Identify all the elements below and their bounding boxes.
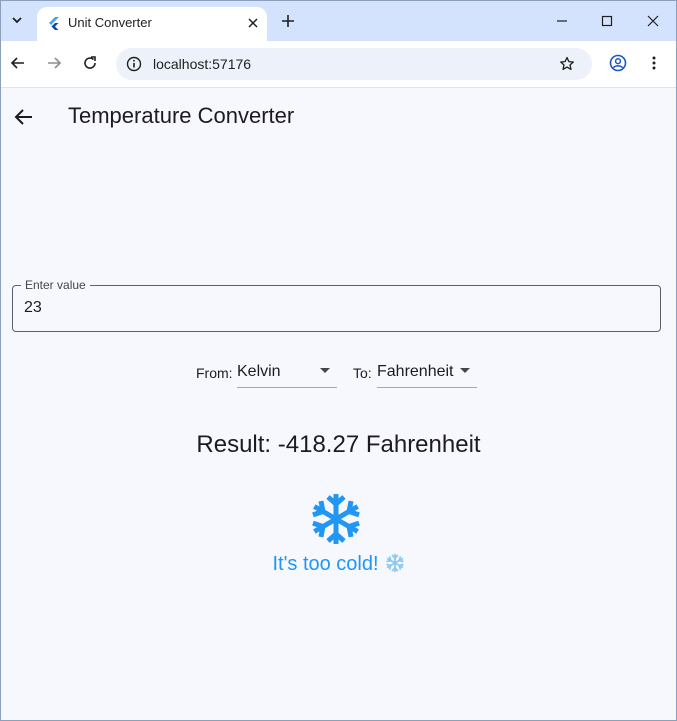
from-label: From: [196, 365, 233, 381]
arrow-right-icon [48, 57, 62, 69]
to-unit-dropdown[interactable]: Fahrenheit [377, 360, 477, 388]
dropdown-arrow-icon [320, 368, 330, 373]
reload-button[interactable] [79, 52, 101, 74]
value-input[interactable]: Enter value 23 [12, 278, 661, 332]
close-window-button[interactable] [642, 10, 664, 32]
from-unit-dropdown[interactable]: Kelvin [237, 360, 337, 388]
site-info-button[interactable] [124, 54, 144, 74]
tab-search-button[interactable] [5, 8, 29, 32]
value-input-label: Enter value [21, 278, 90, 292]
chevron-down-icon [12, 17, 22, 24]
close-icon [647, 15, 659, 27]
maximize-button[interactable] [596, 10, 618, 32]
more-vert-icon [652, 56, 656, 70]
plus-icon [282, 15, 294, 27]
arrow-left-icon [10, 57, 24, 69]
value-input-text[interactable]: 23 [24, 299, 42, 317]
to-label: To: [353, 365, 372, 381]
address-bar[interactable]: localhost:57176 [116, 48, 592, 80]
cold-message-text: It's too cold! [272, 553, 379, 575]
tab-title: Unit Converter [68, 15, 152, 30]
browser-window: Unit Converter localhost:57176 Temperatu… [0, 0, 677, 721]
arrow-left-icon [14, 109, 32, 125]
snowflake-emoji-icon [385, 553, 405, 573]
forward-button[interactable] [43, 52, 65, 74]
reload-icon [84, 56, 96, 69]
app-back-button[interactable] [11, 104, 37, 130]
profile-button[interactable] [607, 52, 629, 74]
minimize-icon [557, 20, 567, 22]
flutter-icon [49, 17, 59, 30]
from-unit-value: Kelvin [237, 363, 281, 380]
info-icon [126, 56, 142, 72]
minimize-button[interactable] [551, 10, 573, 32]
account-icon [609, 54, 627, 72]
tab-close-button[interactable] [244, 14, 262, 32]
url-text: localhost:57176 [153, 56, 252, 72]
browser-toolbar: localhost:57176 [1, 41, 676, 88]
back-button[interactable] [7, 52, 29, 74]
maximize-icon [601, 15, 613, 27]
menu-button[interactable] [643, 52, 665, 74]
cold-message: It's too cold! [1, 553, 676, 576]
to-unit-group: To: Fahrenheit [353, 360, 479, 388]
tab-strip: Unit Converter [1, 1, 676, 41]
from-unit-group: From: Kelvin [196, 360, 338, 388]
dropdown-arrow-icon [460, 368, 470, 373]
new-tab-button[interactable] [278, 11, 298, 31]
bookmark-button[interactable] [557, 54, 577, 74]
to-unit-value: Fahrenheit [377, 363, 454, 380]
app-content: Temperature Converter Enter value 23 Fro… [1, 88, 676, 720]
close-icon [248, 18, 258, 28]
snowflake-icon [308, 494, 364, 547]
browser-tab[interactable]: Unit Converter [37, 7, 267, 41]
result-text: Result: -418.27 Fahrenheit [196, 431, 481, 458]
star-icon [560, 56, 574, 71]
page-title: Temperature Converter [68, 103, 295, 128]
